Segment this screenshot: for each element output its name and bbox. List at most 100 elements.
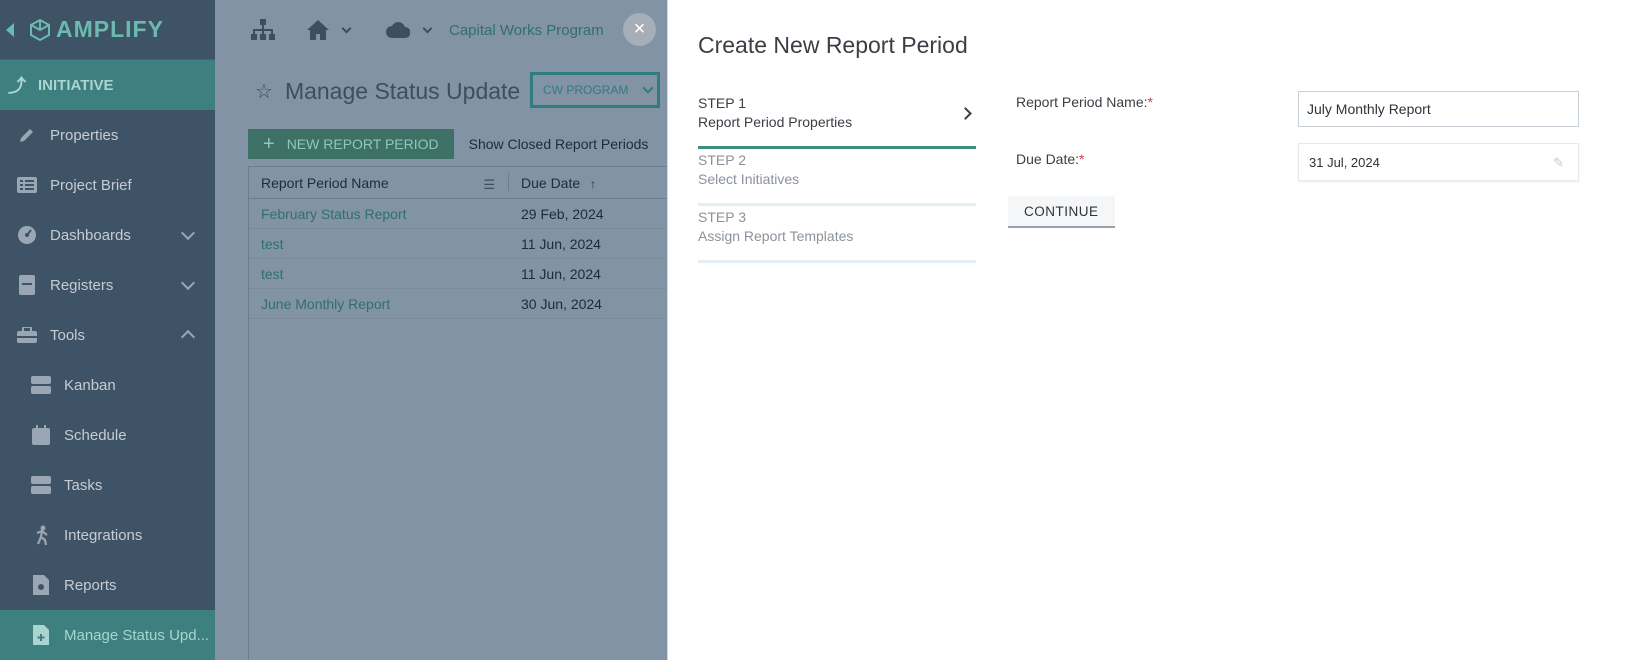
column-separator[interactable] [508, 172, 509, 191]
running-icon [30, 524, 52, 546]
due-date-value: 31 Jul, 2024 [1309, 154, 1380, 170]
gauge-icon [16, 224, 38, 246]
create-report-period-panel: Create New Report Period STEP 1 Report P… [667, 0, 1625, 660]
column-header-label: Due Date [521, 174, 581, 191]
sidebar: AMPLIFY ⤴ INITIATIVE Properties Project … [0, 0, 215, 660]
chevron-down-icon[interactable] [180, 225, 196, 241]
step-number: STEP 3 [698, 209, 746, 225]
sidebar-item-label: Tasks [64, 476, 103, 494]
chevron-down-icon[interactable] [180, 275, 196, 291]
sidebar-item-label: Properties [50, 126, 119, 144]
sidebar-item-label: Manage Status Upd... [64, 626, 210, 644]
star-icon[interactable]: ☆ [255, 79, 273, 104]
page-title: Manage Status Update [284, 77, 521, 104]
step-3[interactable]: STEP 3 Assign Report Templates [698, 206, 976, 263]
cloud-dropdown-caret-icon[interactable] [422, 23, 433, 33]
pencil-icon [16, 124, 38, 146]
action-bar: + NEW REPORT PERIOD Show Closed Report P… [215, 122, 667, 166]
sidebar-item-tasks[interactable]: Tasks [0, 460, 215, 510]
grid-header: Report Period Name ☰ Due Date ↑ [249, 167, 668, 199]
step-1[interactable]: STEP 1 Report Period Properties [698, 92, 976, 149]
due-date-cell: 11 Jun, 2024 [521, 265, 601, 282]
report-period-name-cell[interactable]: February Status Report [249, 206, 509, 222]
continue-button[interactable]: CONTINUE [1008, 196, 1115, 228]
close-icon[interactable]: × [623, 13, 656, 46]
sidebar-item-label: Reports [64, 576, 117, 594]
due-date-cell: 29 Feb, 2024 [521, 205, 604, 222]
initiative-section[interactable]: ⤴ INITIATIVE [0, 60, 215, 110]
step-number: STEP 2 [698, 152, 746, 168]
toolbox-icon [16, 324, 38, 346]
chevron-up-icon[interactable] [180, 329, 196, 345]
new-report-period-label: NEW REPORT PERIOD [286, 136, 439, 152]
sidebar-item-properties[interactable]: Properties [0, 110, 215, 160]
logo-bar: AMPLIFY [0, 0, 215, 60]
sidebar-item-tools[interactable]: Tools [0, 310, 215, 360]
brand-name: AMPLIFY [56, 16, 164, 42]
sidebar-item-label: Dashboards [50, 226, 131, 244]
report-periods-grid: Report Period Name ☰ Due Date ↑ February… [248, 166, 668, 660]
wizard-steps: STEP 1 Report Period Properties STEP 2 S… [698, 92, 976, 263]
sidebar-item-kanban[interactable]: Kanban [0, 360, 215, 410]
chevron-down-icon [642, 82, 655, 94]
required-mark: * [1147, 94, 1153, 110]
label-text: Due Date: [1016, 151, 1080, 167]
column-header-name[interactable]: Report Period Name ☰ [249, 172, 509, 193]
step-name: Assign Report Templates [698, 228, 854, 244]
report-period-name-label: Report Period Name:* [1016, 94, 1153, 110]
sidebar-item-registers[interactable]: Registers [0, 260, 215, 310]
list-icon [16, 174, 38, 196]
due-date-label: Due Date:* [1016, 151, 1085, 167]
table-row[interactable]: February Status Report 29 Feb, 2024 [249, 199, 668, 229]
show-closed-periods-link[interactable]: Show Closed Report Periods [469, 136, 649, 152]
step-2[interactable]: STEP 2 Select Initiatives [698, 149, 976, 206]
step-progress-bar [698, 260, 976, 263]
initiative-icon: ⤴ [8, 76, 26, 96]
home-icon[interactable] [307, 20, 329, 40]
label-text: Report Period Name: [1016, 94, 1148, 110]
cloud-icon[interactable] [386, 22, 410, 38]
column-menu-icon[interactable]: ☰ [483, 177, 495, 193]
sidebar-item-label: Kanban [64, 376, 116, 394]
sidebar-item-label: Integrations [64, 526, 143, 544]
hierarchy-icon[interactable] [251, 19, 275, 41]
due-date-field[interactable]: 31 Jul, 2024 ✎ [1298, 143, 1579, 181]
initiative-label: INITIATIVE [38, 76, 114, 94]
panel-title: Create New Report Period [698, 32, 968, 58]
step-name: Select Initiatives [698, 171, 800, 187]
register-icon [16, 274, 38, 296]
program-dropdown[interactable]: CW PROGRAM [530, 72, 660, 108]
report-icon [30, 574, 52, 596]
report-period-name-cell[interactable]: test [249, 236, 509, 252]
home-dropdown-caret-icon[interactable] [341, 23, 352, 33]
sidebar-item-schedule[interactable]: Schedule [0, 410, 215, 460]
column-header-due-date[interactable]: Due Date ↑ [509, 175, 596, 191]
collapse-sidebar-icon[interactable] [6, 22, 14, 37]
sidebar-item-manage-status-update[interactable]: Manage Status Upd... [0, 610, 215, 660]
required-mark: * [1079, 151, 1085, 167]
sidebar-item-integrations[interactable]: Integrations [0, 510, 215, 560]
step-name: Report Period Properties [698, 114, 853, 130]
calendar-icon [30, 424, 52, 446]
new-report-period-button[interactable]: + NEW REPORT PERIOD [248, 129, 454, 159]
table-row[interactable]: test 11 Jun, 2024 [249, 259, 668, 289]
sidebar-item-reports[interactable]: Reports [0, 560, 215, 610]
tasks-icon [30, 474, 52, 496]
report-period-name-input[interactable] [1298, 91, 1579, 127]
main-content: Capital Works Program × ☆ Manage Status … [215, 0, 668, 660]
table-row[interactable]: June Monthly Report 30 Jun, 2024 [249, 289, 668, 319]
report-period-name-cell[interactable]: June Monthly Report [249, 296, 509, 312]
brand-logo[interactable]: AMPLIFY [30, 16, 164, 43]
sidebar-item-label: Project Brief [50, 176, 132, 194]
due-date-cell: 11 Jun, 2024 [521, 235, 601, 252]
step-number: STEP 1 [698, 95, 746, 111]
sidebar-item-project-brief[interactable]: Project Brief [0, 160, 215, 210]
report-period-name-cell[interactable]: test [249, 266, 509, 282]
breadcrumb-program[interactable]: Capital Works Program [449, 22, 604, 39]
top-bar: Capital Works Program × [215, 0, 667, 60]
sidebar-item-dashboards[interactable]: Dashboards [0, 210, 215, 260]
program-dropdown-label: CW PROGRAM [543, 83, 629, 97]
edit-pencil-icon[interactable]: ✎ [1553, 155, 1564, 171]
table-row[interactable]: test 11 Jun, 2024 [249, 229, 668, 259]
due-date-cell: 30 Jun, 2024 [521, 295, 602, 312]
